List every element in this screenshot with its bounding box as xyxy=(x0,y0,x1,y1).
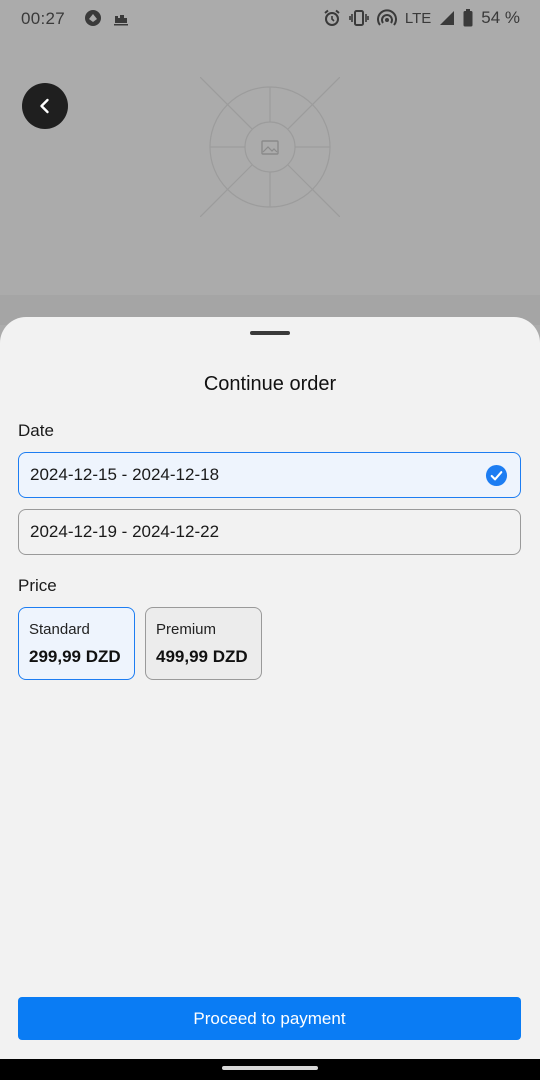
price-value: 499,99 DZD xyxy=(156,647,248,666)
sheet-title: Continue order xyxy=(203,373,337,395)
home-gesture-handle[interactable] xyxy=(222,1066,318,1070)
navigation-bar xyxy=(0,1059,540,1080)
signal-icon xyxy=(440,11,455,25)
status-bar: 00:27 LTE 54 % xyxy=(0,0,540,37)
price-name: Premium xyxy=(156,621,217,638)
app-notification-icon xyxy=(85,10,101,26)
status-system-icons: LTE 54 % xyxy=(323,8,520,28)
screen: 00:27 LTE 54 % Continue order Date 2024-… xyxy=(0,0,540,1080)
vibrate-icon xyxy=(349,10,369,26)
image-placeholder-icon xyxy=(200,77,340,217)
battery-percent: 54 % xyxy=(481,8,520,27)
hero-image-area xyxy=(0,37,540,295)
date-option-1[interactable]: 2024-12-15 - 2024-12-18 xyxy=(18,452,521,498)
battery-icon xyxy=(463,9,473,27)
status-time: 00:27 xyxy=(21,9,66,28)
status-notification-icons xyxy=(84,9,130,27)
proceed-to-payment-button[interactable]: Proceed to payment xyxy=(18,997,521,1040)
price-option-premium[interactable]: Premium 499,99 DZD xyxy=(145,607,262,680)
date-option-label: 2024-12-15 - 2024-12-18 xyxy=(30,465,220,484)
chevron-left-icon xyxy=(40,98,49,114)
hotspot-icon xyxy=(376,9,397,26)
price-value: 299,99 DZD xyxy=(29,647,121,666)
date-section-label: Date xyxy=(18,421,54,440)
price-section-label: Price xyxy=(18,576,57,595)
sheet-drag-handle[interactable] xyxy=(250,331,290,335)
date-option-label: 2024-12-19 - 2024-12-22 xyxy=(30,522,220,541)
back-button[interactable] xyxy=(22,83,68,129)
order-bottom-sheet: Continue order Date 2024-12-15 - 2024-12… xyxy=(0,317,540,1059)
alarm-icon xyxy=(324,9,340,26)
price-option-standard[interactable]: Standard 299,99 DZD xyxy=(18,607,135,680)
date-option-2[interactable]: 2024-12-19 - 2024-12-22 xyxy=(18,509,521,555)
boat-notification-icon xyxy=(114,15,128,26)
network-type: LTE xyxy=(404,9,432,27)
price-name: Standard xyxy=(29,621,90,638)
check-circle-icon xyxy=(485,464,508,487)
